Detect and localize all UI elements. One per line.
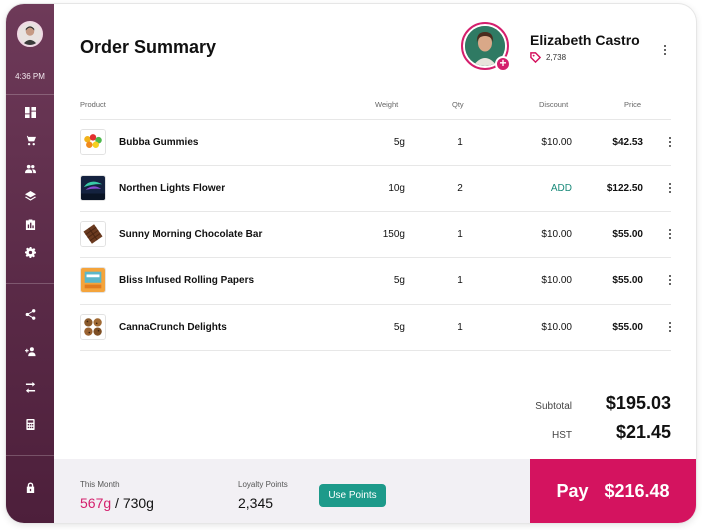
loyalty-label: Loyalty Points: [238, 480, 288, 489]
product-thumbnail: [80, 175, 106, 201]
tag-icon: [530, 52, 541, 63]
row-menu-icon[interactable]: [665, 273, 675, 287]
column-header-discount: Discount: [539, 100, 569, 109]
row-menu-icon[interactable]: [665, 227, 675, 241]
product-discount[interactable]: $10.00: [541, 229, 572, 240]
product-qty[interactable]: 1: [456, 137, 464, 148]
product-weight: 5g: [393, 322, 405, 333]
calculator-icon[interactable]: [22, 416, 38, 432]
lock-icon[interactable]: [22, 479, 38, 495]
column-header-price: Price: [624, 100, 642, 109]
product-discount[interactable]: $10.00: [541, 322, 572, 333]
product-thumbnail: [80, 129, 106, 155]
month-usage: 567g / 730g: [80, 495, 154, 511]
product-thumbnail: [80, 221, 106, 247]
month-label: This Month: [80, 480, 120, 489]
product-name: Bubba Gummies: [119, 137, 199, 148]
row-menu-icon[interactable]: [665, 320, 675, 334]
product-price: $55.00: [612, 322, 643, 333]
product-qty[interactable]: 1: [456, 229, 464, 240]
column-header-qty: Qty: [452, 100, 464, 109]
layers-icon[interactable]: [22, 188, 38, 204]
table-row[interactable]: Bubba Gummies 5g 1 $10.00 $42.53: [80, 119, 680, 165]
product-weight: 150g: [382, 229, 405, 240]
hst-label: HST: [552, 430, 572, 441]
product-thumbnail: [80, 267, 106, 293]
column-header-product: Product: [80, 100, 106, 109]
column-header-weight: Weight: [375, 100, 399, 109]
hst-value: $21.45: [615, 422, 671, 442]
pay-label: Pay: [556, 480, 589, 501]
sidebar-divider: [6, 283, 54, 284]
customer-points-value: 2,738: [546, 53, 567, 62]
product-price: $55.00: [612, 275, 643, 286]
product-price: $122.50: [606, 183, 643, 194]
subtotal-value: $195.03: [605, 393, 671, 413]
sidebar: 4:36 PM: [6, 4, 54, 523]
product-discount[interactable]: $10.00: [541, 137, 572, 148]
product-weight: 5g: [393, 275, 405, 286]
product-name: Northen Lights Flower: [119, 183, 226, 194]
dashboard-icon[interactable]: [22, 104, 38, 120]
month-used: 567g: [80, 495, 112, 511]
customer-points: 2,738: [530, 52, 566, 63]
share-icon[interactable]: [22, 306, 38, 322]
customer-name: Elizabeth Castro: [530, 32, 640, 48]
product-qty[interactable]: 1: [456, 275, 464, 286]
page-title: Order Summary: [80, 37, 217, 57]
add-discount-button[interactable]: ADD: [551, 183, 572, 194]
product-qty[interactable]: 2: [456, 183, 464, 194]
row-menu-icon[interactable]: [665, 135, 675, 149]
product-weight: 5g: [393, 137, 405, 148]
clipboard-icon[interactable]: [22, 216, 38, 232]
product-price: $55.00: [612, 229, 643, 240]
table-row[interactable]: Sunny Morning Chocolate Bar 150g 1 $10.0…: [80, 211, 680, 257]
footer-bar: This Month 567g / 730g Loyalty Points 2,…: [54, 459, 530, 523]
product-price: $42.53: [612, 137, 643, 148]
loyalty-value: 2,345: [238, 495, 274, 511]
product-thumbnail: [80, 314, 106, 340]
swap-icon[interactable]: [22, 379, 38, 395]
product-qty[interactable]: 1: [456, 322, 464, 333]
customer-menu-icon[interactable]: [660, 43, 670, 57]
add-person-icon[interactable]: [22, 343, 38, 359]
subtotal-label: Subtotal: [535, 401, 572, 412]
row-menu-icon[interactable]: [665, 181, 675, 195]
cart-icon[interactable]: [22, 132, 38, 148]
table-row[interactable]: CannaCrunch Delights 5g 1 $10.00 $55.00: [80, 304, 680, 350]
gear-icon[interactable]: [22, 244, 38, 260]
table-row[interactable]: Northen Lights Flower 10g 2 ADD $122.50: [80, 165, 680, 211]
product-name: Sunny Morning Chocolate Bar: [119, 229, 263, 240]
sidebar-divider: [6, 455, 54, 456]
clock-time: 4:36 PM: [15, 72, 45, 81]
table-row[interactable]: Bliss Infused Rolling Papers 5g 1 $10.00…: [80, 257, 680, 303]
app-window: 4:36 PM Order Summary + Elizabeth Castro…: [6, 4, 696, 523]
product-weight: 10g: [388, 183, 405, 194]
month-limit: / 730g: [111, 495, 154, 511]
pay-amount: $216.48: [604, 480, 670, 501]
add-customer-button[interactable]: +: [495, 56, 511, 72]
people-icon[interactable]: [22, 160, 38, 176]
user-avatar[interactable]: [17, 21, 43, 47]
product-name: Bliss Infused Rolling Papers: [119, 275, 255, 286]
product-name: CannaCrunch Delights: [119, 322, 227, 333]
sidebar-divider: [6, 94, 54, 95]
table-divider: [80, 350, 671, 351]
pay-button[interactable]: Pay $216.48: [530, 459, 696, 523]
product-discount[interactable]: $10.00: [541, 275, 572, 286]
use-points-button[interactable]: Use Points: [319, 484, 386, 507]
